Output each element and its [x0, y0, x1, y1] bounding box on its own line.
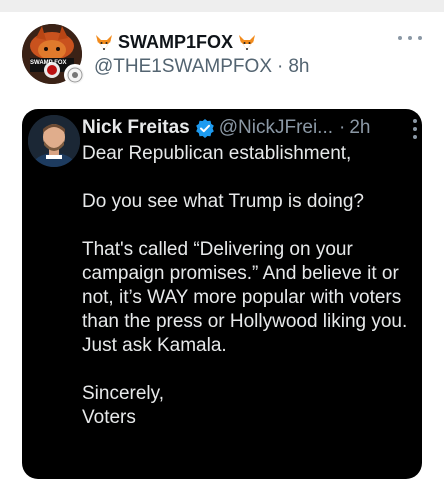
handle-row: @THE1SWAMPFOX · 8h: [94, 55, 309, 79]
quoted-tweet-text: Dear Republican establishment, Do you se…: [82, 142, 414, 430]
display-name-text: SWAMP1FOX: [118, 31, 234, 52]
verified-icon: [195, 118, 215, 138]
more-icon[interactable]: [398, 30, 422, 46]
tweet-paragraph: That's called “Delivering on your campai…: [82, 239, 408, 356]
quoted-timestamp: 2h: [349, 117, 371, 138]
quoted-more-icon: [412, 119, 418, 139]
quoted-display-name: Nick Freitas: [82, 117, 190, 138]
handle[interactable]: @THE1SWAMPFOX: [94, 56, 272, 78]
quoted-tweet-image[interactable]: Nick Freitas @NickJFrei... · 2h Dear Rep…: [22, 109, 422, 479]
quoted-handle: @NickJFrei...: [218, 117, 334, 138]
top-strip: [0, 0, 444, 12]
fox-icon: [94, 32, 114, 52]
timestamp[interactable]: 8h: [288, 56, 309, 78]
tweet-paragraph: Sincerely, Voters: [82, 383, 165, 428]
tweet-paragraph: Dear Republican establishment,: [82, 143, 352, 164]
tweet-paragraph: Do you see what Trump is doing?: [82, 191, 364, 212]
fox-icon: [237, 32, 257, 52]
quoted-header: Nick Freitas @NickJFrei... · 2h: [82, 114, 371, 142]
quoted-avatar: [28, 115, 80, 167]
quoted-separator: ·: [339, 117, 346, 138]
display-name[interactable]: SWAMP1FOX: [94, 30, 257, 54]
separator: ·: [277, 56, 284, 77]
affiliate-badge-icon: [64, 64, 86, 86]
avatar-text: SWAMP FOX: [30, 60, 67, 66]
